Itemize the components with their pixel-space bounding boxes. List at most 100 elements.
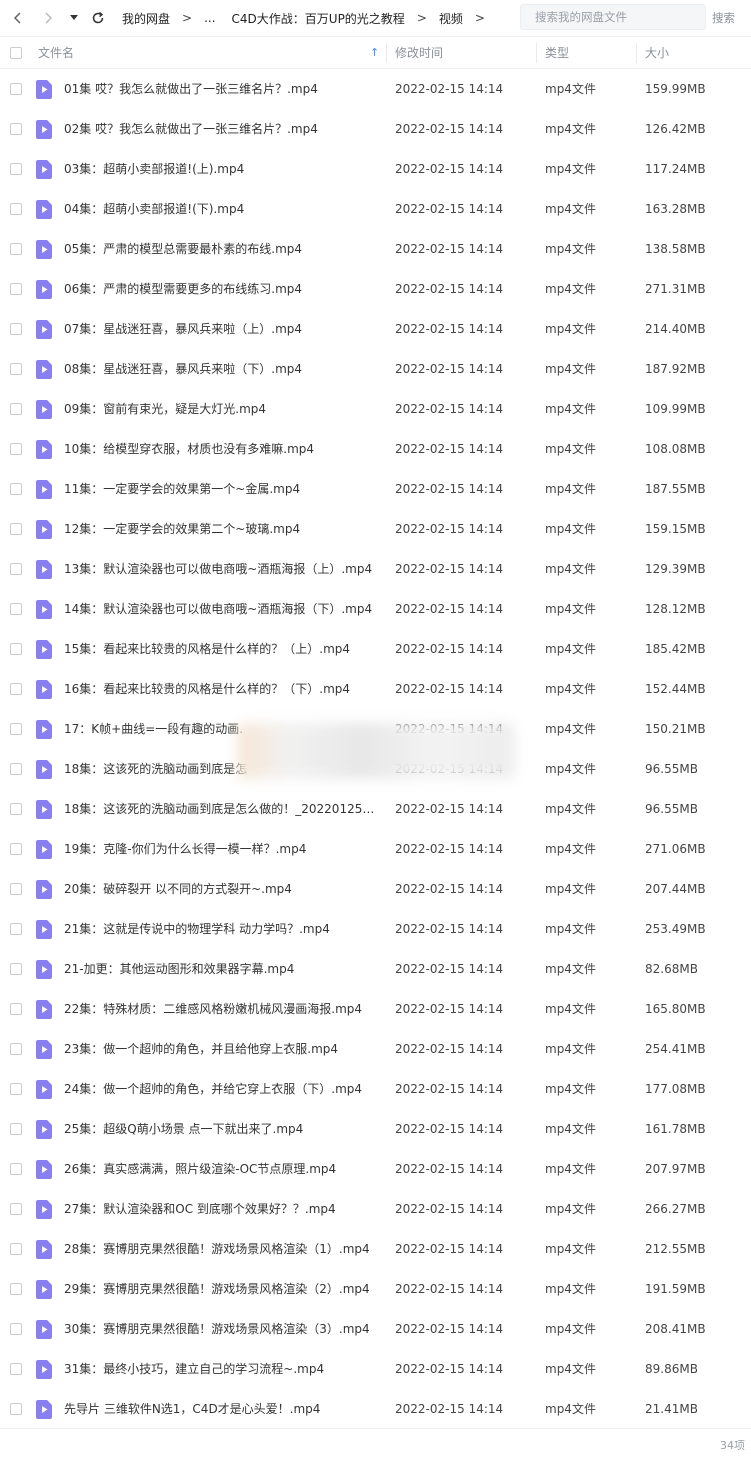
row-checkbox[interactable] (10, 163, 22, 175)
table-row[interactable]: 09集：窗前有束光，疑是大灯光.mp4 2022-02-15 14:14 mp4文件… (0, 389, 751, 429)
row-checkbox[interactable] (10, 443, 22, 455)
dropdown-icon[interactable] (62, 6, 86, 30)
file-name[interactable]: 10集：给模型穿衣服，材质也没有多难嘛.mp4 (64, 429, 314, 469)
breadcrumb-ellipsis[interactable]: ... (202, 11, 217, 25)
column-divider[interactable] (636, 43, 637, 63)
row-checkbox[interactable] (10, 523, 22, 535)
row-checkbox[interactable] (10, 1083, 22, 1095)
table-row[interactable]: 16集：看起来比较贵的风格是什么样的？（下）.mp4 2022-02-15 14:… (0, 669, 751, 709)
table-row[interactable]: 05集：严肃的模型总需要最朴素的布线.mp4 2022-02-15 14:14 mp… (0, 229, 751, 269)
file-name[interactable]: 04集：超萌小卖部报道!(下).mp4 (64, 189, 244, 229)
table-row[interactable]: 12集：一定要学会的效果第二个~玻璃.mp4 2022-02-15 14:14 mp… (0, 509, 751, 549)
row-checkbox[interactable] (10, 963, 22, 975)
row-checkbox[interactable] (10, 1163, 22, 1175)
column-size[interactable]: 大小 (645, 37, 669, 68)
row-checkbox[interactable] (10, 923, 22, 935)
file-name[interactable]: 30集：赛博朋克果然很酷！游戏场景风格渲染（3）.mp4 (64, 1309, 370, 1349)
row-checkbox[interactable] (10, 1123, 22, 1135)
file-name[interactable]: 22集：特殊材质：二维感风格粉嫩机械风漫画海报.mp4 (64, 989, 362, 1029)
table-row[interactable]: 23集：做一个超帅的角色，并且给他穿上衣服.mp4 2022-02-15 14:1… (0, 1029, 751, 1069)
row-checkbox[interactable] (10, 123, 22, 135)
table-row[interactable]: 07集：星战迷狂喜，暴风兵来啦（上）.mp4 2022-02-15 14:14 mp… (0, 309, 751, 349)
table-row[interactable]: 25集：超级Q萌小场景 点一下就出来了.mp4 2022-02-15 14:14 m… (0, 1109, 751, 1149)
row-checkbox[interactable] (10, 1243, 22, 1255)
row-checkbox[interactable] (10, 483, 22, 495)
table-row[interactable]: 01集 哎？我怎么就做出了一张三维名片？.mp4 2022-02-15 14:14… (0, 69, 751, 109)
table-row[interactable]: 20集：破碎裂开 以不同的方式裂开~.mp4 2022-02-15 14:14 mp… (0, 869, 751, 909)
breadcrumb-folder[interactable]: C4D大作战：百万UP的光之教程 (230, 10, 407, 27)
table-row[interactable]: 04集：超萌小卖部报道!(下).mp4 2022-02-15 14:14 mp4文件… (0, 189, 751, 229)
row-checkbox[interactable] (10, 283, 22, 295)
file-name[interactable]: 02集 哎？我怎么就做出了一张三维名片？.mp4 (64, 109, 318, 149)
column-type[interactable]: 类型 (545, 37, 569, 68)
file-name[interactable]: 13集：默认渲染器也可以做电商哦~酒瓶海报（上）.mp4 (64, 549, 372, 589)
row-checkbox[interactable] (10, 1363, 22, 1375)
file-name[interactable]: 01集 哎？我怎么就做出了一张三维名片？.mp4 (64, 69, 318, 109)
table-row[interactable]: 15集：看起来比较贵的风格是什么样的？（上）.mp4 2022-02-15 14:… (0, 629, 751, 669)
refresh-icon[interactable] (86, 6, 110, 30)
file-name[interactable]: 18集：这该死的洗脑动画到底是怎么做的！_20220125_1... (64, 789, 379, 829)
table-row[interactable]: 13集：默认渲染器也可以做电商哦~酒瓶海报（上）.mp4 2022-02-15 1… (0, 549, 751, 589)
row-checkbox[interactable] (10, 763, 22, 775)
table-row[interactable]: 29集：赛博朋克果然很酷！游戏场景风格渲染（2）.mp4 2022-02-15 1… (0, 1269, 751, 1309)
file-name[interactable]: 17：K帧+曲线=一段有趣的动画. (64, 709, 243, 749)
file-name[interactable]: 09集：窗前有束光，疑是大灯光.mp4 (64, 389, 266, 429)
breadcrumb-current[interactable]: 视频 (437, 10, 465, 27)
file-name[interactable]: 24集：做一个超帅的角色，并给它穿上衣服（下）.mp4 (64, 1069, 362, 1109)
table-row[interactable]: 03集：超萌小卖部报道!(上).mp4 2022-02-15 14:14 mp4文件… (0, 149, 751, 189)
file-name[interactable]: 29集：赛博朋克果然很酷！游戏场景风格渲染（2）.mp4 (64, 1269, 370, 1309)
row-checkbox[interactable] (10, 403, 22, 415)
file-name[interactable]: 15集：看起来比较贵的风格是什么样的？（上）.mp4 (64, 629, 350, 669)
file-name[interactable]: 27集：默认渲染器和OC 到底哪个效果好？？.mp4 (64, 1189, 336, 1229)
file-name[interactable]: 05集：严肃的模型总需要最朴素的布线.mp4 (64, 229, 302, 269)
column-name[interactable]: 文件名 (38, 37, 74, 68)
table-row[interactable]: 10集：给模型穿衣服，材质也没有多难嘛.mp4 2022-02-15 14:14 m… (0, 429, 751, 469)
table-row[interactable]: 31集：最终小技巧，建立自己的学习流程~.mp4 2022-02-15 14:14… (0, 1349, 751, 1389)
table-row[interactable]: 先导片 三维软件N选1，C4D才是心头爱！.mp4 2022-02-15 14:1… (0, 1389, 751, 1429)
row-checkbox[interactable] (10, 723, 22, 735)
table-row[interactable]: 19集：克隆-你们为什么长得一模一样？.mp4 2022-02-15 14:14 m… (0, 829, 751, 869)
file-name[interactable]: 28集：赛博朋克果然很酷！游戏场景风格渲染（1）.mp4 (64, 1229, 370, 1269)
row-checkbox[interactable] (10, 603, 22, 615)
table-row[interactable]: 28集：赛博朋克果然很酷！游戏场景风格渲染（1）.mp4 2022-02-15 1… (0, 1229, 751, 1269)
breadcrumb-home[interactable]: 我的网盘 (120, 10, 172, 27)
file-name[interactable]: 21集：这就是传说中的物理学科 动力学吗？.mp4 (64, 909, 330, 949)
file-name[interactable]: 20集：破碎裂开 以不同的方式裂开~.mp4 (64, 869, 292, 909)
forward-icon[interactable] (36, 6, 60, 30)
file-name[interactable]: 31集：最终小技巧，建立自己的学习流程~.mp4 (64, 1349, 324, 1389)
row-checkbox[interactable] (10, 1043, 22, 1055)
table-row[interactable]: 21-加更：其他运动图形和效果器字幕.mp4 2022-02-15 14:14 mp… (0, 949, 751, 989)
row-checkbox[interactable] (10, 683, 22, 695)
file-name[interactable]: 25集：超级Q萌小场景 点一下就出来了.mp4 (64, 1109, 303, 1149)
row-checkbox[interactable] (10, 1283, 22, 1295)
file-name[interactable]: 21-加更：其他运动图形和效果器字幕.mp4 (64, 949, 294, 989)
sort-arrow-icon[interactable]: ↑ (370, 46, 379, 59)
file-name[interactable]: 03集：超萌小卖部报道!(上).mp4 (64, 149, 244, 189)
file-name[interactable]: 16集：看起来比较贵的风格是什么样的？（下）.mp4 (64, 669, 350, 709)
table-row[interactable]: 24集：做一个超帅的角色，并给它穿上衣服（下）.mp4 2022-02-15 14… (0, 1069, 751, 1109)
table-row[interactable]: 30集：赛博朋克果然很酷！游戏场景风格渲染（3）.mp4 2022-02-15 1… (0, 1309, 751, 1349)
row-checkbox[interactable] (10, 843, 22, 855)
row-checkbox[interactable] (10, 803, 22, 815)
file-name[interactable]: 07集：星战迷狂喜，暴风兵来啦（上）.mp4 (64, 309, 302, 349)
table-row[interactable]: 02集 哎？我怎么就做出了一张三维名片？.mp4 2022-02-15 14:14… (0, 109, 751, 149)
row-checkbox[interactable] (10, 1323, 22, 1335)
file-name[interactable]: 12集：一定要学会的效果第二个~玻璃.mp4 (64, 509, 300, 549)
search-input[interactable] (533, 9, 697, 25)
row-checkbox[interactable] (10, 323, 22, 335)
table-row[interactable]: 14集：默认渲染器也可以做电商哦~酒瓶海报（下）.mp4 2022-02-15 1… (0, 589, 751, 629)
back-icon[interactable] (6, 6, 30, 30)
file-name[interactable]: 11集：一定要学会的效果第一个~金属.mp4 (64, 469, 300, 509)
file-name[interactable]: 26集：真实感满满，照片级渲染-OC节点原理.mp4 (64, 1149, 336, 1189)
file-name[interactable]: 19集：克隆-你们为什么长得一模一样？.mp4 (64, 829, 306, 869)
column-divider[interactable] (536, 43, 537, 63)
row-checkbox[interactable] (10, 883, 22, 895)
table-row[interactable]: 22集：特殊材质：二维感风格粉嫩机械风漫画海报.mp4 2022-02-15 14… (0, 989, 751, 1029)
row-checkbox[interactable] (10, 203, 22, 215)
row-checkbox[interactable] (10, 1003, 22, 1015)
column-time[interactable]: 修改时间 (395, 37, 443, 68)
table-row[interactable]: 26集：真实感满满，照片级渲染-OC节点原理.mp4 2022-02-15 14:… (0, 1149, 751, 1189)
table-row[interactable]: 27集：默认渲染器和OC 到底哪个效果好？？.mp4 2022-02-15 14:… (0, 1189, 751, 1229)
row-checkbox[interactable] (10, 83, 22, 95)
file-name[interactable]: 06集：严肃的模型需要更多的布线练习.mp4 (64, 269, 302, 309)
